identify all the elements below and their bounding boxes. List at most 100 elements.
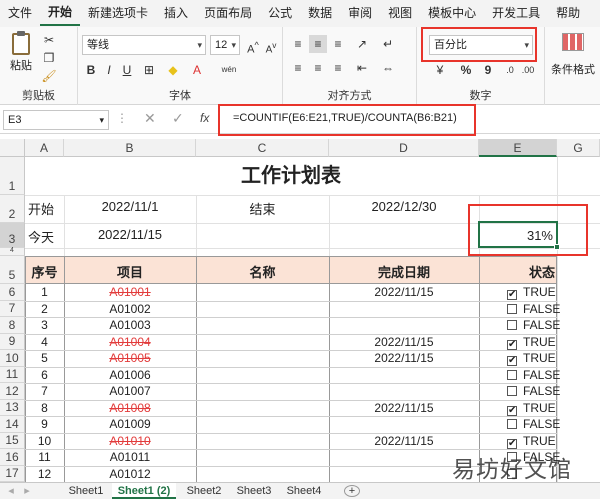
row-header-2[interactable]: 2 (0, 195, 25, 223)
task-status[interactable]: ✔ TRUE (507, 335, 556, 350)
decrease-decimal-icon[interactable]: .00 (519, 61, 537, 79)
align-middle-icon[interactable]: ≡ (309, 35, 327, 53)
conditional-format-button[interactable]: 条件格式 (546, 31, 600, 81)
tab-sheet1[interactable]: Sheet1 (62, 483, 110, 499)
row-header-5[interactable]: 5 (0, 256, 25, 284)
menu-view[interactable]: 视图 (380, 0, 420, 27)
cancel-icon[interactable]: ✕ (144, 110, 156, 127)
row-header-17[interactable]: 17 (0, 465, 25, 482)
font-size-select[interactable]: 12 ▾ (210, 35, 240, 55)
task-status[interactable]: ✔ TRUE (507, 401, 556, 416)
row-header-1[interactable]: 1 (0, 157, 25, 195)
decrease-font-icon[interactable]: Av (262, 36, 280, 55)
name-box[interactable]: E3 ▾ (3, 110, 109, 130)
font-size-value: 12 (215, 39, 228, 51)
align-bottom-icon[interactable]: ≡ (329, 35, 347, 53)
checkbox[interactable]: ✔ (507, 405, 517, 416)
select-all-corner[interactable] (0, 139, 25, 157)
column-header-a[interactable]: A (25, 139, 64, 157)
column-header-c[interactable]: C (196, 139, 329, 157)
font-name-select[interactable]: 等线 ▾ (82, 35, 206, 55)
bold-icon[interactable]: B (82, 61, 100, 79)
menu-template-center[interactable]: 模板中心 (420, 0, 484, 27)
tab-sheet3[interactable]: Sheet3 (230, 483, 278, 499)
checkbox[interactable] (507, 369, 517, 380)
row-header-12[interactable]: 12 (0, 383, 25, 400)
menu-file[interactable]: 文件 (0, 0, 40, 27)
task-status[interactable]: ✔ TRUE (507, 285, 556, 300)
checkbox[interactable] (507, 386, 517, 396)
row-header-13[interactable]: 13 (0, 399, 25, 416)
row-header-11[interactable]: 11 (0, 366, 25, 383)
increase-font-icon[interactable]: A^ (244, 36, 262, 56)
checkbox[interactable]: ✔ (507, 290, 517, 300)
scroll-left-icon[interactable]: ◂ (4, 483, 18, 499)
task-status[interactable]: FALSE (507, 318, 560, 333)
indent-icon[interactable]: ⇤ (353, 59, 371, 77)
font-color-icon[interactable]: A (188, 61, 206, 79)
menu-insert[interactable]: 插入 (156, 0, 196, 27)
menu-new-tab[interactable]: 新建选项卡 (80, 0, 156, 27)
checkbox[interactable]: ✔ (507, 339, 517, 350)
checkbox[interactable]: ✔ (507, 356, 517, 366)
tab-sheet2[interactable]: Sheet2 (180, 483, 228, 499)
checkbox[interactable] (507, 419, 517, 429)
wrap-text-icon[interactable]: ↵ (379, 35, 397, 53)
comma-icon[interactable]: 9 (479, 61, 497, 79)
column-header-d[interactable]: D (329, 139, 479, 157)
menu-developer[interactable]: 开发工具 (484, 0, 548, 27)
menu-review[interactable]: 审阅 (340, 0, 380, 27)
row-header-7[interactable]: 7 (0, 300, 25, 317)
column-header-g[interactable]: G (557, 139, 600, 157)
menu-formulas[interactable]: 公式 (260, 0, 300, 27)
increase-decimal-icon[interactable]: .0 (501, 61, 519, 79)
phonetic-icon[interactable]: wén (220, 61, 238, 79)
row-header-9[interactable]: 9 (0, 333, 25, 350)
currency-icon[interactable]: ¥ (431, 61, 449, 79)
row-header-14[interactable]: 14 (0, 416, 25, 433)
menu-home[interactable]: 开始 (40, 1, 81, 26)
row-header-3[interactable]: 3 (0, 223, 25, 248)
checkbox[interactable] (507, 320, 517, 330)
align-left-icon[interactable]: ≡ (289, 59, 307, 77)
row-header-6[interactable]: 6 (0, 284, 25, 301)
task-status[interactable]: FALSE (507, 417, 560, 432)
column-header-e[interactable]: E (479, 139, 557, 157)
percent-icon[interactable]: % (457, 61, 475, 79)
task-status[interactable]: FALSE (507, 302, 560, 317)
border-icon[interactable]: ⊞ (140, 61, 158, 79)
row-header-4[interactable]: 4 (0, 247, 25, 256)
checkbox[interactable]: ✔ (507, 438, 517, 449)
task-status[interactable]: ✔ TRUE (507, 351, 556, 366)
task-status[interactable]: FALSE (507, 384, 560, 399)
task-status[interactable]: ✔ TRUE (507, 434, 556, 449)
merge-icon[interactable]: ⇔ (379, 59, 397, 77)
fill-color-icon[interactable]: ◆ (164, 61, 182, 79)
row-header-10[interactable]: 10 (0, 350, 25, 367)
tab-sheet4[interactable]: Sheet4 (280, 483, 328, 499)
column-header-b[interactable]: B (64, 139, 196, 157)
function-icon[interactable]: fx (200, 111, 209, 125)
menu-help[interactable]: 帮助 (548, 0, 588, 27)
paste-button[interactable]: 粘贴 (6, 31, 36, 75)
menu-page-layout[interactable]: 页面布局 (196, 0, 260, 27)
align-center-icon[interactable]: ≡ (309, 59, 327, 77)
tab-sheet1-2[interactable]: Sheet1 (2) (112, 483, 176, 499)
align-top-icon[interactable]: ≡ (289, 35, 307, 53)
align-right-icon[interactable]: ≡ (329, 59, 347, 77)
cut-icon[interactable]: ✂ (40, 31, 58, 49)
italic-icon[interactable]: I (100, 61, 118, 79)
menu-data[interactable]: 数据 (300, 0, 340, 27)
row-header-8[interactable]: 8 (0, 317, 25, 334)
copy-icon[interactable]: ❐ (40, 49, 58, 67)
task-status[interactable]: FALSE (507, 368, 560, 383)
scroll-right-icon[interactable]: ▸ (20, 483, 34, 499)
checkbox[interactable] (507, 303, 517, 314)
format-painter-icon[interactable]: 🖌 (40, 67, 58, 85)
row-header-15[interactable]: 15 (0, 432, 25, 449)
underline-icon[interactable]: U (118, 61, 136, 79)
add-sheet-button[interactable]: + (344, 485, 360, 497)
orientation-icon[interactable]: ↗ (353, 35, 371, 53)
row-header-16[interactable]: 16 (0, 449, 25, 466)
enter-icon[interactable]: ✓ (172, 110, 184, 127)
